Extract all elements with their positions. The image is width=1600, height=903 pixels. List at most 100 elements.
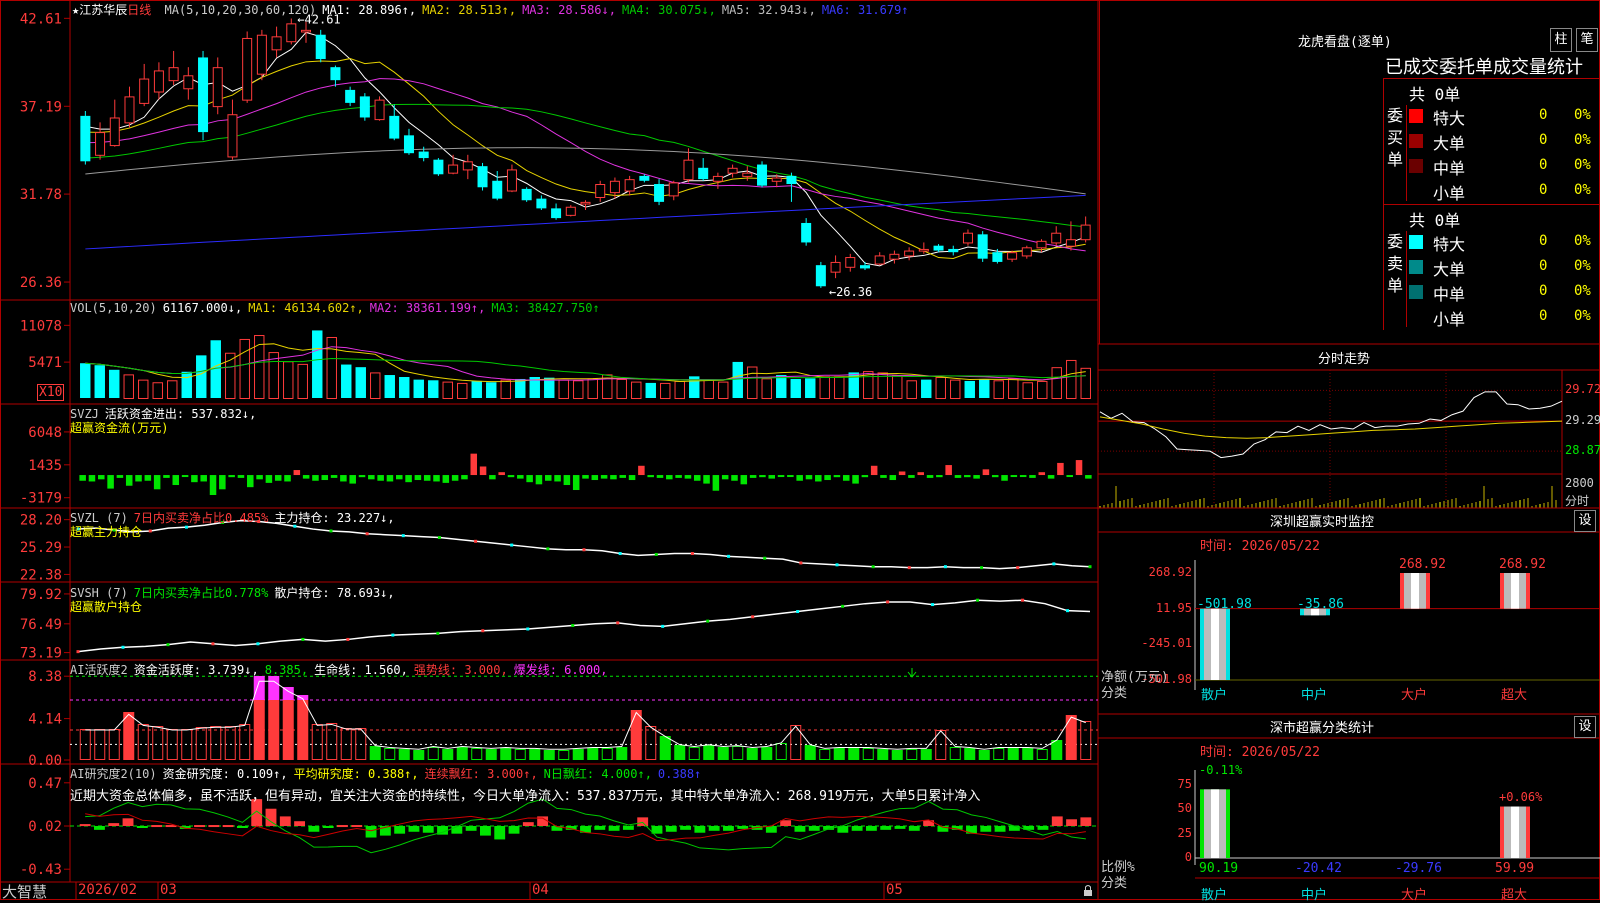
candle-up: [874, 255, 885, 265]
svzj-bar-pos: [898, 471, 906, 476]
vol-bar-down: [776, 375, 787, 398]
vol-bar-down: [790, 378, 801, 398]
buy-color-swatch: [1409, 134, 1423, 148]
stock-period[interactable]: 日线: [127, 3, 151, 17]
research-bar-neg: [723, 826, 734, 831]
ai-legend-item: 资金活跃度: 3.739↓,: [133, 663, 259, 677]
svzj-bar-pos: [1038, 472, 1046, 476]
vol-bar-up: [442, 381, 453, 400]
monitor-value-label: 268.92: [1499, 557, 1546, 572]
vol-bar-up: [993, 380, 1004, 399]
ai-legend: AI活跃度2 资金活跃度: 3.739↓, 8.385, 生命线: 1.560, 强势线…: [70, 661, 614, 678]
vol-bar-down: [312, 330, 323, 398]
ai-bar-low: [572, 749, 584, 760]
svzl-dot: [1052, 562, 1056, 566]
svzj-bar-neg: [153, 475, 161, 490]
candle-down: [757, 164, 768, 186]
research-bar-neg: [794, 826, 806, 832]
research-bar-pos: [337, 825, 348, 828]
research-y-tick-label: -0.43: [20, 862, 62, 878]
svzj-bar-neg: [451, 475, 459, 481]
tab-bar-chart[interactable]: 柱: [1550, 28, 1572, 52]
candle-up: [845, 257, 856, 268]
ai-bar-hollow: [224, 726, 236, 760]
svzj-bar-neg: [405, 475, 412, 483]
ai-bar-low: [558, 750, 570, 760]
svzj-bar-neg: [125, 475, 133, 486]
stats-y-tick-label: 75: [1177, 776, 1192, 791]
vol-y-tick-label: 5471: [28, 355, 62, 371]
monitor-settings-button[interactable]: 设: [1574, 510, 1596, 532]
ai-bar-strong: [282, 700, 294, 760]
vol-bar-down: [355, 367, 366, 398]
candle-up: [506, 169, 517, 192]
svzl-dot: [618, 552, 622, 556]
research-bar-neg: [908, 826, 920, 831]
candle-up: [712, 175, 723, 182]
svzj-bar-pos: [917, 472, 924, 476]
svzl-dot: [799, 561, 803, 565]
vol-bar-up: [906, 380, 917, 399]
svsh-line: [77, 599, 1091, 653]
svzl-dot: [437, 536, 441, 540]
svsh-dot: [391, 633, 395, 637]
sell-row-percent: 0%: [1574, 308, 1591, 324]
svzj-bar-neg: [1010, 475, 1018, 478]
vol-bar-up: [834, 376, 845, 399]
candle-down: [345, 89, 356, 103]
sell-row-percent: 0%: [1574, 258, 1591, 274]
research-bar-pos: [1066, 819, 1077, 826]
svzj-bar-neg: [172, 475, 180, 486]
svzj-y-tick-label: 6048: [28, 425, 62, 441]
svsh-dot: [796, 610, 800, 614]
vol-bar-up: [283, 361, 294, 400]
vol-bar-up: [1080, 367, 1091, 400]
svzl-dot: [943, 565, 947, 569]
vol-bar-down: [732, 361, 743, 398]
svsh-dot: [526, 627, 530, 631]
svsh-dot: [706, 619, 710, 623]
research-bar-neg: [894, 826, 906, 829]
monitor-bar-shine: [1411, 573, 1419, 609]
svsh-dot: [76, 650, 80, 654]
ai-legend-item: 8.385,: [264, 663, 309, 677]
candle-up: [1051, 232, 1062, 244]
tab-tick[interactable]: 笔: [1576, 28, 1598, 52]
stats-settings-button[interactable]: 设: [1574, 716, 1596, 738]
ma10-line: [85, 58, 1086, 260]
candle-up: [1021, 247, 1032, 257]
ai-legend-item: AI活跃度2: [70, 663, 128, 677]
buy-color-swatch: [1409, 159, 1423, 173]
ai-bar-hollow: [210, 726, 222, 760]
svzl-dot: [474, 539, 478, 543]
research-bar-pos: [222, 825, 234, 828]
vol-bar-up: [1022, 382, 1033, 400]
candle-up: [918, 248, 929, 252]
ma-legend-item: MA6: 31.679↑: [821, 3, 909, 17]
research-bar-neg: [737, 826, 749, 829]
buy-total: 共 0单: [1409, 85, 1461, 104]
date-label: 04: [532, 882, 549, 898]
vol-bar-up: [1037, 380, 1048, 399]
svzl-dot: [1016, 566, 1020, 570]
svzj-legend-sub: 超赢资金流(万元): [70, 419, 174, 436]
ma-legend-items: MA(5,10,20,30,60,120) MA1: 28.896↑, MA2: 2…: [159, 3, 909, 17]
svzj-bar-neg: [861, 475, 869, 478]
ai-bar-strong: [1065, 715, 1077, 760]
svzj-bar-neg: [610, 475, 617, 480]
vol-legend-item: MA1: 46134.602↑,: [248, 301, 364, 315]
vol-bar-down: [486, 382, 497, 398]
monitor-time: 时间: 2026/05/22: [1200, 539, 1320, 554]
sell-row-count: 0: [1539, 233, 1548, 249]
ai-bar-low: [369, 746, 381, 760]
svzj-bar-neg: [1029, 475, 1036, 478]
dragon-panel: 龙虎看盘(逐单) 柱笔 已成交委托单成交量统计 共 0单委买单特大 0 0% 大单 0 0…: [1099, 0, 1600, 344]
svzj-bar-neg: [787, 475, 794, 478]
stock-name[interactable]: 江苏华辰: [79, 3, 127, 17]
svzj-bar-neg: [526, 475, 533, 483]
research-bar-neg: [308, 826, 320, 832]
ai-bar-low: [891, 750, 903, 760]
candle-down: [551, 208, 562, 219]
svzj-y-tick-label: 1435: [28, 458, 62, 474]
monitor-value-label: -501.98: [1197, 596, 1252, 612]
